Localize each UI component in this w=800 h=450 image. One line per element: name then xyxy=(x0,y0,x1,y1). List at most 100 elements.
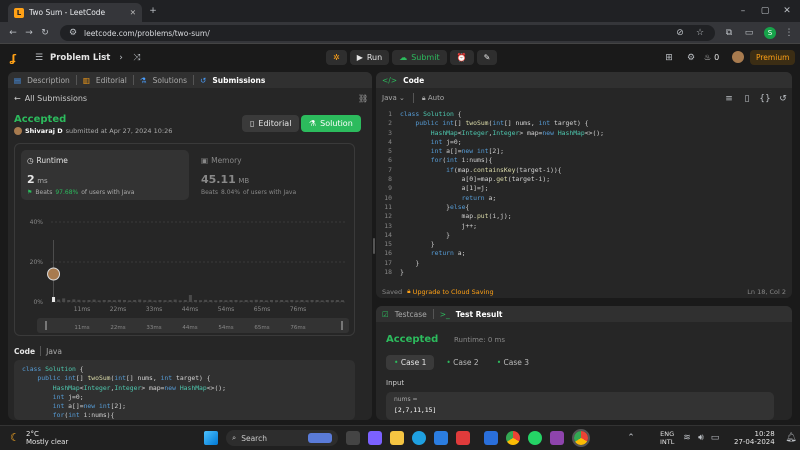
close-window-icon[interactable]: ✕ xyxy=(780,4,794,18)
memory-value: 45.11 xyxy=(201,173,236,186)
panel-resize-handle[interactable] xyxy=(373,238,375,254)
chart-bar xyxy=(62,298,66,302)
code-line: 6 for(int i:nums){ xyxy=(388,156,493,165)
upgrade-cloud-link[interactable]: Upgrade to Cloud Saving xyxy=(413,288,494,296)
tab-test-result[interactable]: Test Result xyxy=(456,310,503,319)
language-select[interactable]: Java ⌄ xyxy=(382,94,405,102)
premium-button[interactable]: Premium xyxy=(750,50,796,65)
windows-start-icon[interactable] xyxy=(204,431,218,445)
user-avatar[interactable] xyxy=(732,51,744,63)
case-2-tab[interactable]: • Case 2 xyxy=(440,355,484,370)
wifi-icon[interactable]: ≋ xyxy=(680,431,694,445)
store-icon[interactable] xyxy=(434,431,448,445)
chart-bar xyxy=(102,300,106,302)
stats-card: ◷ Runtime 2 ms ⚑ Beats 97.68% of users with … xyxy=(14,143,355,336)
chrome-active-icon[interactable] xyxy=(572,429,590,447)
notes-icon[interactable]: ✎ xyxy=(476,50,498,65)
dot-icon: • xyxy=(446,358,451,367)
format-icon[interactable]: ≡ xyxy=(722,92,736,106)
divider xyxy=(75,75,77,85)
language-indicator[interactable]: ENG INTL xyxy=(660,430,674,446)
maximize-icon[interactable]: ▢ xyxy=(758,4,772,18)
bookmark-icon[interactable]: ▯ xyxy=(740,92,754,106)
braces-icon[interactable]: {} xyxy=(758,92,772,106)
auto-toggle[interactable]: 🔒︎ Auto xyxy=(422,94,444,103)
timer-icon[interactable]: ⏰ xyxy=(449,50,474,65)
case-1-tab[interactable]: • Case 1 xyxy=(386,355,435,370)
debug-icon[interactable]: ✲ xyxy=(326,50,347,65)
menu-dots-icon[interactable]: ⋮ xyxy=(782,26,796,40)
chart-bar xyxy=(97,300,101,302)
teams-icon[interactable] xyxy=(368,431,382,445)
cloud-upload-icon: ☁ xyxy=(399,53,408,62)
editor-panel: </> Code Java ⌄ 🔒︎ Auto ≡ ▯ {} ↺ ⤢ 1clas… xyxy=(376,72,792,298)
prev-problem-icon[interactable]: ‹ xyxy=(98,51,112,65)
profile-avatar[interactable]: S xyxy=(764,27,776,39)
file-explorer-icon[interactable] xyxy=(390,431,404,445)
minimize-icon[interactable]: – xyxy=(736,4,750,18)
eye-off-icon[interactable]: ⊘ xyxy=(673,26,687,40)
weather-icon[interactable]: ☾ xyxy=(10,431,20,444)
battery-icon[interactable]: ▭ xyxy=(708,431,722,445)
editorial-button[interactable]: ▯ Editorial xyxy=(242,115,300,132)
test-runtime: Runtime: 0 ms xyxy=(454,336,505,344)
bookmark-star-icon[interactable]: ☆ xyxy=(693,26,707,40)
runtime-card[interactable]: ◷ Runtime 2 ms ⚑ Beats 97.68% of users with … xyxy=(21,150,189,200)
sidepanel-icon[interactable]: ▭ xyxy=(742,26,756,40)
chevron-up-icon[interactable]: ⌃ xyxy=(624,431,638,445)
weather-widget[interactable]: 2°C Mostly clear xyxy=(26,430,68,446)
intellij-icon[interactable] xyxy=(550,431,564,445)
chart-bar xyxy=(163,300,167,302)
tab-solutions[interactable]: Solutions xyxy=(153,76,187,85)
new-tab-icon[interactable]: + xyxy=(146,4,160,18)
code-editor[interactable]: 1 class Solution { 2 public int[] twoSum(… xyxy=(380,110,780,280)
chart-bar xyxy=(264,300,268,302)
leetcode-logo-icon[interactable]: ʆ xyxy=(10,52,16,65)
whatsapp-icon[interactable] xyxy=(528,431,542,445)
solution-button[interactable]: ⚗ Solution xyxy=(301,115,361,132)
tab-description[interactable]: Description xyxy=(27,76,70,85)
browser-tab[interactable]: L Two Sum - LeetCode ✕ xyxy=(8,3,142,22)
clock[interactable]: 10:28 27-04-2024 xyxy=(734,430,775,446)
office-icon[interactable] xyxy=(456,431,470,445)
run-button[interactable]: ▶ Run xyxy=(349,50,390,65)
taskbar-search[interactable]: ⌕ Search xyxy=(226,430,338,446)
list-icon[interactable]: ☰ xyxy=(32,51,46,65)
shuffle-icon[interactable]: ⤨ xyxy=(130,51,144,65)
reset-icon[interactable]: ↺ xyxy=(776,92,790,106)
share-link-icon[interactable]: ⛓ xyxy=(358,94,368,103)
edge-icon[interactable] xyxy=(412,431,426,445)
chart-bar xyxy=(143,300,147,302)
slider-tick-label: 22ms xyxy=(110,325,125,331)
lang-primary: ENG xyxy=(660,430,675,438)
address-bar[interactable]: ⚙ leetcode.com/problems/two-sum/ ⊘ ☆ xyxy=(60,25,715,41)
close-tab-icon[interactable]: ✕ xyxy=(130,8,136,17)
username[interactable]: Shivaraj D xyxy=(25,127,63,135)
extensions-icon[interactable]: ⧉ xyxy=(722,26,736,40)
tab-submissions[interactable]: Submissions xyxy=(212,76,265,85)
app-icon[interactable] xyxy=(484,431,498,445)
settings-gear-icon[interactable]: ⚙ xyxy=(684,51,698,65)
site-info-icon[interactable]: ⚙ xyxy=(68,26,78,40)
runtime-unit: ms xyxy=(37,177,48,185)
case-3-tab[interactable]: • Case 3 xyxy=(491,355,535,370)
submit-button[interactable]: ☁ Submit xyxy=(392,50,447,65)
chart-bar xyxy=(128,300,132,302)
layout-icon[interactable]: ⊞ xyxy=(662,51,676,65)
notification-bell-icon[interactable]: 🔔︎ xyxy=(784,431,798,445)
input-label: Input xyxy=(386,379,405,387)
streak-counter[interactable]: ♨ 0 xyxy=(704,53,719,62)
tab-testcase[interactable]: Testcase xyxy=(395,310,427,319)
chrome-icon[interactable] xyxy=(506,431,520,445)
back-icon[interactable]: ← xyxy=(6,26,20,40)
forward-icon[interactable]: → xyxy=(22,26,36,40)
tab-editorial[interactable]: Editorial xyxy=(96,76,127,85)
reload-icon[interactable]: ↻ xyxy=(38,26,52,40)
volume-icon[interactable]: 🔊︎ xyxy=(694,431,708,445)
memory-card[interactable]: ▣ Memory 45.11 MB Beats 8.04% of users with… xyxy=(197,150,347,200)
runtime-distribution-chart[interactable]: 40% 20% 0% 11ms 22ms 33ms 44ms 54ms 65ms 76ms 11ms… xyxy=(15,204,356,334)
task-view-icon[interactable] xyxy=(346,431,360,445)
next-problem-icon[interactable]: › xyxy=(114,51,128,65)
beats-icon: ⚑ xyxy=(27,189,33,196)
all-submissions-link[interactable]: ← All Submissions xyxy=(14,94,87,103)
